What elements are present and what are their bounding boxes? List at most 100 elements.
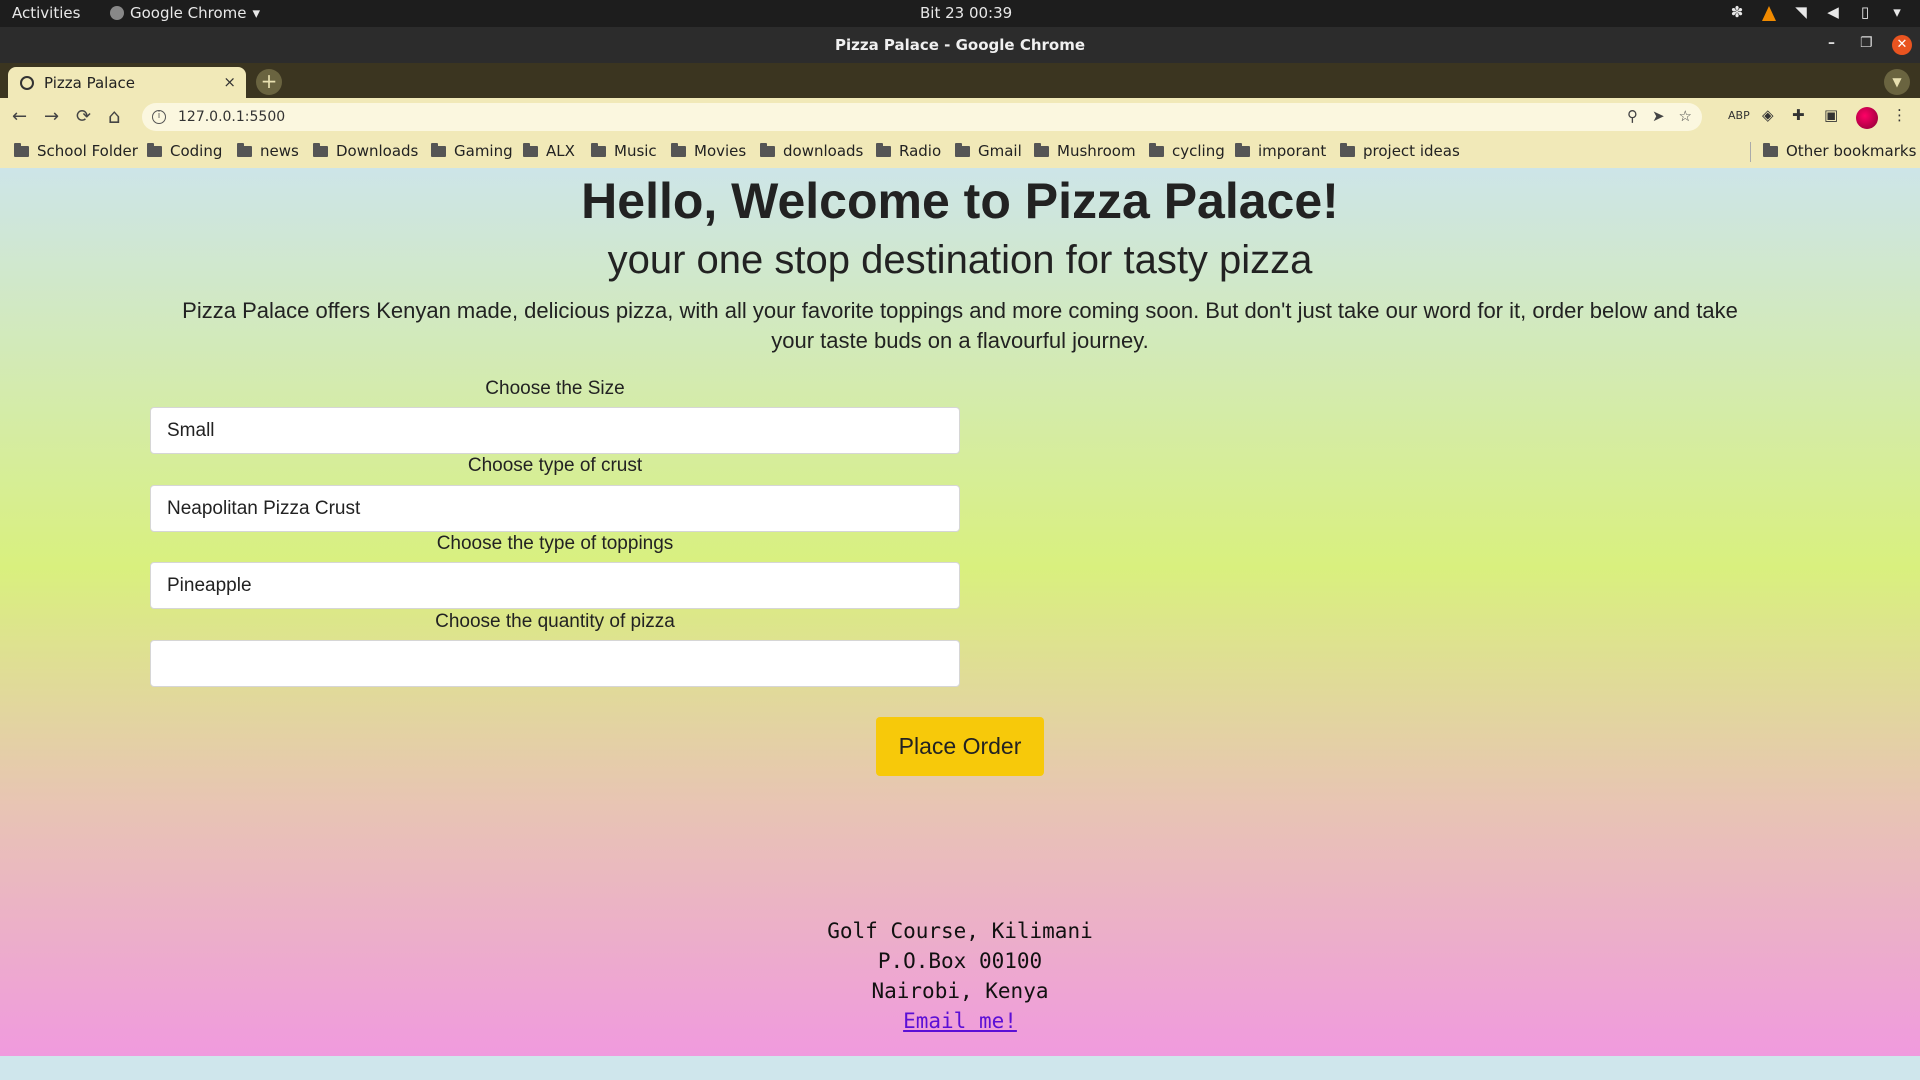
folder-icon	[1340, 142, 1355, 157]
folder-icon	[1149, 142, 1164, 157]
site-info-icon[interactable]: i	[152, 110, 166, 124]
bookmark-label: Music	[614, 142, 657, 160]
bookmark-folder[interactable]: ALX	[523, 142, 575, 160]
bookmark-label: Gmail	[978, 142, 1022, 160]
home-icon[interactable]: ⌂	[108, 104, 121, 128]
send-icon[interactable]: ➤	[1652, 107, 1665, 125]
bookmark-folder[interactable]: Mushroom	[1034, 142, 1136, 160]
adblock-icon[interactable]: ABP	[1728, 109, 1750, 122]
folder-icon	[523, 142, 538, 157]
chevron-down-icon: ▾	[252, 4, 261, 22]
address-line-3: Nairobi, Kenya	[871, 979, 1049, 1003]
quantity-input[interactable]	[150, 640, 960, 687]
side-panel-icon[interactable]: ▣	[1824, 106, 1838, 124]
crust-select[interactable]: Neapolitan Pizza Crust	[150, 485, 960, 532]
tab-close-icon[interactable]: ×	[223, 73, 236, 91]
bookmark-folder[interactable]: project ideas	[1340, 142, 1460, 160]
bookmark-folder[interactable]: news	[237, 142, 299, 160]
close-window-button[interactable]: ✕	[1892, 35, 1912, 55]
minimize-icon[interactable]: –	[1828, 35, 1835, 51]
system-tray[interactable]: ✽ ◥ ◀ ▯ ▾	[1728, 3, 1906, 21]
forward-arrow-icon[interactable]: →	[44, 106, 59, 127]
folder-icon	[313, 142, 328, 157]
folder-icon	[147, 142, 162, 157]
bookmark-label: project ideas	[1363, 142, 1460, 160]
folder-icon	[760, 142, 775, 157]
activities-button[interactable]: Activities	[12, 4, 80, 22]
new-tab-button[interactable]: +	[256, 69, 282, 95]
bookmark-label: School Folder	[37, 142, 138, 160]
folder-icon	[671, 142, 686, 157]
vlc-icon[interactable]	[1760, 3, 1778, 21]
email-link[interactable]: Email me!	[903, 1009, 1017, 1033]
restore-icon[interactable]: ❐	[1860, 35, 1873, 51]
size-select[interactable]: Small	[150, 407, 960, 454]
bookmark-label: downloads	[783, 142, 864, 160]
folder-icon	[237, 142, 252, 157]
kebab-menu-icon[interactable]: ⋮	[1892, 106, 1907, 124]
bookmark-folder[interactable]: Downloads	[313, 142, 418, 160]
bookmark-folder[interactable]: Gaming	[431, 142, 513, 160]
back-arrow-icon[interactable]: ←	[12, 106, 27, 127]
reload-icon[interactable]: ⟳	[76, 106, 91, 127]
wifi-icon[interactable]: ◥	[1792, 3, 1810, 21]
address-line-2: P.O.Box 00100	[877, 949, 1043, 973]
folder-icon	[1763, 142, 1778, 157]
folder-icon	[14, 142, 29, 157]
power-menu-icon[interactable]: ▾	[1888, 3, 1906, 21]
bookmark-label: cycling	[1172, 142, 1225, 160]
place-order-button[interactable]: Place Order	[876, 717, 1044, 776]
bookmark-folder[interactable]: Radio	[876, 142, 941, 160]
bookmarks-divider	[1750, 142, 1751, 162]
bookmark-folder[interactable]: Music	[591, 142, 657, 160]
bookmark-folder[interactable]: downloads	[760, 142, 863, 160]
address-line-1: Golf Course, Kilimani	[827, 919, 1093, 943]
settings-daemon-icon[interactable]: ✽	[1728, 3, 1746, 21]
bookmark-folder[interactable]: Movies	[671, 142, 746, 160]
bookmark-folder[interactable]: Gmail	[955, 142, 1022, 160]
bookmark-label: Gaming	[454, 142, 513, 160]
toppings-select[interactable]: Pineapple	[150, 562, 960, 609]
bookmark-folder[interactable]: Coding	[147, 142, 222, 160]
globe-icon	[20, 75, 34, 90]
folder-icon	[1034, 142, 1049, 157]
intro-paragraph: Pizza Palace offers Kenyan made, delicio…	[182, 298, 1738, 353]
bookmark-folder[interactable]: cycling	[1149, 142, 1225, 160]
address-bar-url[interactable]: 127.0.0.1:5500	[178, 109, 285, 125]
tab-search-button[interactable]: ▼	[1884, 69, 1910, 95]
window-title: Pizza Palace - Google Chrome	[834, 36, 1086, 54]
volume-icon[interactable]: ◀	[1824, 3, 1842, 21]
folder-icon	[1235, 142, 1250, 157]
bookmark-folder[interactable]: School Folder	[14, 142, 138, 160]
size-label: Choose the Size	[485, 378, 625, 399]
bookmark-label: news	[260, 142, 299, 160]
web-page: Hello, Welcome to Pizza Palace! your one…	[0, 168, 1920, 1056]
app-menu[interactable]: Google Chrome ▾	[110, 4, 260, 22]
bookmark-star-icon[interactable]: ☆	[1679, 107, 1692, 125]
bookmark-folder[interactable]: imporant	[1235, 142, 1326, 160]
bookmark-label: imporant	[1258, 142, 1327, 160]
footer-address: Golf Course, Kilimani P.O.Box 00100 Nair…	[0, 916, 1920, 1036]
folder-icon	[876, 142, 891, 157]
chrome-icon	[110, 6, 124, 20]
os-top-bar: Activities Google Chrome ▾ Bit 23 00:39 …	[0, 0, 1920, 27]
page-heading: Hello, Welcome to Pizza Palace!	[581, 173, 1339, 229]
extension-icon[interactable]: ◈	[1762, 106, 1774, 124]
tab-title: Pizza Palace	[44, 73, 135, 92]
clock[interactable]: Bit 23 00:39	[920, 4, 1012, 22]
puzzle-icon[interactable]: ✚	[1792, 106, 1805, 124]
folder-icon	[955, 142, 970, 157]
bookmark-label: Movies	[694, 142, 747, 160]
other-bookmarks[interactable]: Other bookmarks	[1763, 142, 1916, 160]
tab-pizza-palace[interactable]: Pizza Palace ×	[8, 67, 246, 98]
bookmark-label: Radio	[899, 142, 942, 160]
zoom-icon[interactable]: ⚲	[1627, 107, 1638, 125]
battery-icon[interactable]: ▯	[1856, 3, 1874, 21]
page-subheading: your one stop destination for tasty pizz…	[607, 238, 1313, 282]
address-bar[interactable]: i 127.0.0.1:5500 ⚲ ➤ ☆	[142, 103, 1702, 131]
browser-toolbar: ← → ⟳ ⌂ i 127.0.0.1:5500 ⚲ ➤ ☆ ABP ◈ ✚ ▣…	[0, 98, 1920, 136]
quantity-label: Choose the quantity of pizza	[435, 611, 675, 632]
folder-icon	[431, 142, 446, 157]
profile-avatar[interactable]	[1856, 107, 1878, 129]
window-title-bar: Pizza Palace - Google Chrome – ❐ ✕	[0, 27, 1920, 63]
